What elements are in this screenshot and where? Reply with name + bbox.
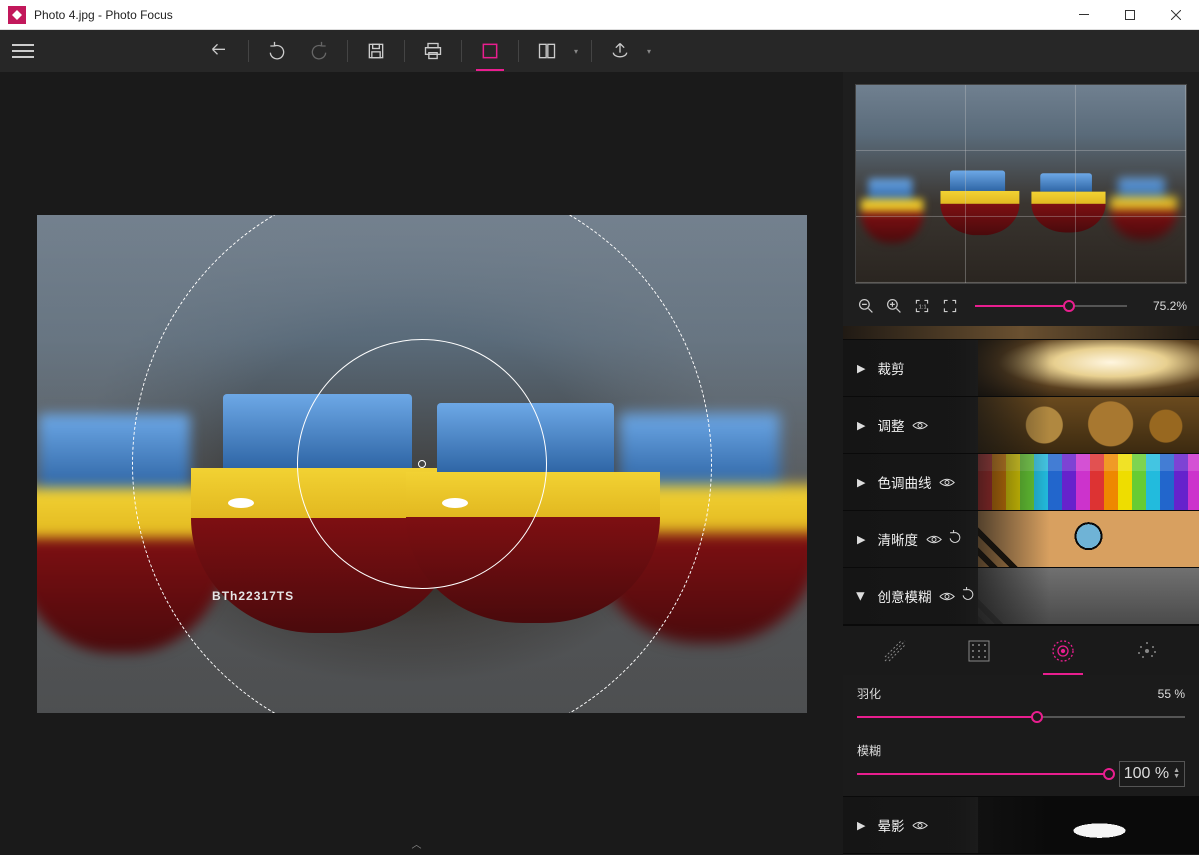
visibility-icon[interactable] <box>926 530 944 548</box>
close-button[interactable] <box>1153 0 1199 30</box>
accordion-crop[interactable]: ▶ 裁剪 <box>843 339 1199 397</box>
blur-mode-scatter[interactable] <box>1127 627 1167 675</box>
separator <box>404 40 405 62</box>
export-dropdown[interactable]: ▾ <box>642 47 656 56</box>
svg-text:1:1: 1:1 <box>919 304 927 310</box>
separator <box>461 40 462 62</box>
zoom-actual-icon[interactable] <box>939 295 961 317</box>
app-frame: ▾ ▾ BTh22317TS <box>0 30 1199 855</box>
accordion-creative-blur[interactable]: ▶ 创意模糊 <box>843 567 1199 625</box>
accordion-adjust[interactable]: ▶ 调整 <box>843 396 1199 454</box>
boat-second <box>406 394 660 623</box>
frame-button[interactable] <box>470 31 510 71</box>
canvas-area[interactable]: BTh22317TS ︿ <box>0 72 843 855</box>
redo-button[interactable] <box>299 31 339 71</box>
blur-mode-radial[interactable] <box>1043 627 1083 675</box>
undo-all-button[interactable] <box>200 31 240 71</box>
compare-button[interactable] <box>527 31 567 71</box>
zoom-slider[interactable] <box>975 294 1127 318</box>
window-titlebar: Photo 4.jpg - Photo Focus <box>0 0 1199 30</box>
separator <box>248 40 249 62</box>
blur-block: 模糊 100 % ▲▼ <box>843 732 1199 797</box>
accordion-label: 裁剪 <box>877 358 904 378</box>
sidebar: 1:1 75.2% ▶ 裁剪 ▶ 调整 <box>843 72 1199 855</box>
blur-label: 模糊 <box>857 742 881 759</box>
accordion-peek-above <box>843 326 1199 340</box>
app-icon <box>8 6 26 24</box>
blur-mode-tabs <box>843 625 1199 675</box>
window-title: Photo 4.jpg - Photo Focus <box>34 8 1061 22</box>
accordion-vignette[interactable]: ▶ 晕影 <box>843 796 1199 854</box>
main-area: BTh22317TS ︿ <box>0 72 1199 855</box>
separator <box>347 40 348 62</box>
accordion-tone-curve[interactable]: ▶ 色调曲线 <box>843 453 1199 511</box>
feather-block: 羽化 55 % <box>843 675 1199 732</box>
preview-grid <box>856 85 1186 283</box>
zoom-value: 75.2% <box>1141 299 1187 313</box>
menu-button[interactable] <box>12 37 40 65</box>
zoom-controls: 1:1 75.2% <box>843 288 1199 326</box>
accordion-label: 调整 <box>877 415 904 435</box>
feather-value: 55 % <box>1158 687 1185 701</box>
export-button[interactable] <box>600 31 640 71</box>
visibility-icon[interactable] <box>912 816 930 834</box>
window-controls <box>1061 0 1199 30</box>
accordion-label: 清晰度 <box>877 529 918 549</box>
blur-value-input[interactable]: 100 % ▲▼ <box>1119 761 1185 787</box>
blur-mode-halftone[interactable] <box>959 627 999 675</box>
blur-mode-linear[interactable] <box>875 627 915 675</box>
zoom-out-icon[interactable] <box>855 295 877 317</box>
maximize-button[interactable] <box>1107 0 1153 30</box>
toolbar-group: ▾ ▾ <box>200 31 656 71</box>
blur-value: 100 % <box>1124 765 1169 783</box>
chevron-right-icon: ▶ <box>857 362 865 375</box>
visibility-icon[interactable] <box>912 416 930 434</box>
boat-registration: BTh22317TS <box>212 589 294 603</box>
accordion-label: 晕影 <box>877 815 904 835</box>
visibility-icon[interactable] <box>939 587 957 605</box>
stepper-icon[interactable]: ▲▼ <box>1173 768 1180 780</box>
undo-icon[interactable] <box>948 530 964 549</box>
focus-center-handle[interactable] <box>418 460 426 468</box>
canvas[interactable]: BTh22317TS <box>37 215 807 713</box>
zoom-fit-icon[interactable]: 1:1 <box>911 295 933 317</box>
chevron-right-icon: ▶ <box>857 419 865 432</box>
blur-slider[interactable]: 100 % ▲▼ <box>857 765 1185 783</box>
save-button[interactable] <box>356 31 396 71</box>
accordion-label: 色调曲线 <box>877 472 931 492</box>
preview-wrap <box>843 72 1199 288</box>
top-toolbar: ▾ ▾ <box>0 30 1199 72</box>
feather-slider[interactable] <box>857 708 1185 726</box>
zoom-in-icon[interactable] <box>883 295 905 317</box>
chevron-right-icon: ▶ <box>857 476 865 489</box>
preview-thumbnail[interactable] <box>855 84 1187 284</box>
print-button[interactable] <box>413 31 453 71</box>
chevron-right-icon: ▶ <box>857 533 865 546</box>
visibility-icon[interactable] <box>939 473 957 491</box>
separator <box>518 40 519 62</box>
feather-label: 羽化 <box>857 685 881 702</box>
undo-icon[interactable] <box>961 587 977 606</box>
accordion-label: 创意模糊 <box>877 586 931 606</box>
panel-expand-handle[interactable]: ︿ <box>412 836 422 851</box>
separator <box>591 40 592 62</box>
minimize-button[interactable] <box>1061 0 1107 30</box>
compare-dropdown[interactable]: ▾ <box>569 47 583 56</box>
chevron-down-icon: ▶ <box>855 592 868 600</box>
chevron-right-icon: ▶ <box>857 819 865 832</box>
accordion-clarity[interactable]: ▶ 清晰度 <box>843 510 1199 568</box>
undo-button[interactable] <box>257 31 297 71</box>
